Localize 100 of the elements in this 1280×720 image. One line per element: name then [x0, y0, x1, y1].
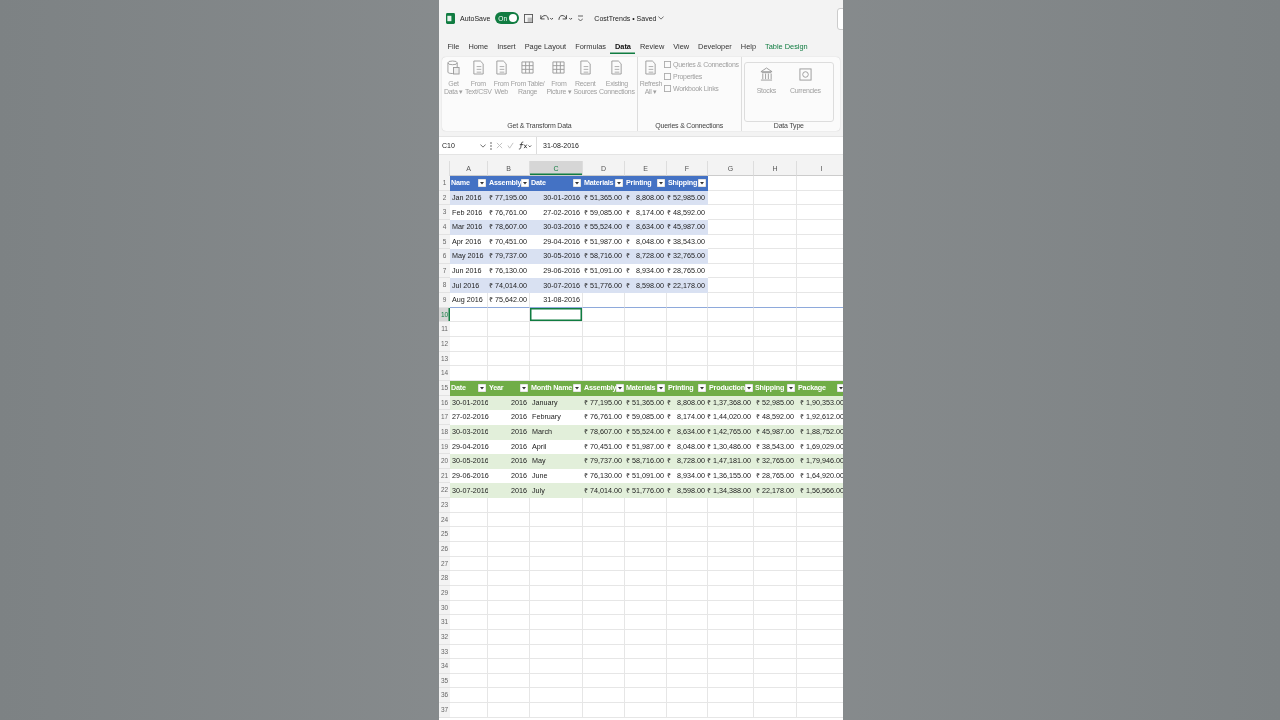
empty-cell[interactable] [667, 659, 708, 674]
empty-cell[interactable] [708, 688, 754, 704]
empty-cell[interactable] [708, 205, 754, 220]
empty-cell[interactable] [754, 263, 797, 279]
filter-dropdown-icon[interactable] [698, 383, 706, 392]
empty-cell[interactable] [708, 644, 754, 660]
empty-cell[interactable] [625, 659, 667, 674]
empty-cell[interactable] [754, 234, 797, 250]
empty-cell[interactable] [625, 703, 667, 718]
check-icon[interactable] [507, 142, 514, 149]
empty-cell[interactable] [708, 366, 754, 381]
empty-cell[interactable] [583, 293, 625, 308]
empty-cell[interactable] [754, 337, 797, 352]
empty-cell[interactable] [530, 351, 583, 367]
empty-cell[interactable] [708, 673, 754, 689]
empty-cell[interactable] [488, 527, 530, 542]
filter-dropdown-icon[interactable] [615, 178, 623, 187]
empty-cell[interactable] [708, 351, 754, 367]
empty-cell[interactable] [708, 556, 754, 572]
empty-cell[interactable] [583, 644, 625, 660]
empty-cell[interactable] [583, 322, 625, 338]
empty-cell[interactable] [708, 542, 754, 557]
empty-cell[interactable] [625, 322, 667, 338]
empty-cell[interactable] [530, 703, 583, 718]
empty-cell[interactable] [530, 512, 583, 528]
empty-cell[interactable] [488, 659, 530, 674]
empty-cell[interactable] [530, 322, 583, 338]
empty-cell[interactable] [667, 703, 708, 718]
empty-cell[interactable] [667, 498, 708, 513]
empty-cell[interactable] [583, 688, 625, 704]
empty-cell[interactable] [708, 629, 754, 645]
empty-cell[interactable] [754, 659, 797, 674]
empty-cell[interactable] [583, 307, 625, 323]
empty-cell[interactable] [530, 659, 583, 674]
filter-dropdown-icon[interactable] [698, 178, 706, 187]
empty-cell[interactable] [530, 498, 583, 513]
empty-cell[interactable] [583, 527, 625, 542]
empty-cell[interactable] [667, 351, 708, 367]
empty-cell[interactable] [625, 600, 667, 616]
empty-cell[interactable] [708, 615, 754, 630]
empty-cell[interactable] [488, 351, 530, 367]
empty-cell[interactable] [754, 585, 797, 601]
empty-cell[interactable] [583, 585, 625, 601]
empty-cell[interactable] [708, 234, 754, 250]
filter-dropdown-icon[interactable] [837, 383, 843, 392]
empty-cell[interactable] [754, 293, 797, 308]
empty-cell[interactable] [667, 688, 708, 704]
empty-cell[interactable] [667, 571, 708, 586]
empty-cell[interactable] [583, 673, 625, 689]
empty-cell[interactable] [625, 615, 667, 630]
empty-cell[interactable] [488, 322, 530, 338]
empty-cell[interactable] [488, 498, 530, 513]
empty-cell[interactable] [488, 673, 530, 689]
empty-cell[interactable] [667, 542, 708, 557]
empty-cell[interactable] [754, 498, 797, 513]
empty-cell[interactable] [488, 571, 530, 586]
empty-cell[interactable] [488, 366, 530, 381]
empty-cell[interactable] [625, 366, 667, 381]
empty-cell[interactable] [754, 703, 797, 718]
function-icon[interactable] [518, 141, 532, 150]
empty-cell[interactable] [754, 249, 797, 264]
empty-cell[interactable] [667, 307, 708, 323]
empty-cell[interactable] [625, 337, 667, 352]
empty-cell[interactable] [667, 512, 708, 528]
empty-cell[interactable] [625, 688, 667, 704]
cancel-icon[interactable] [496, 142, 503, 149]
empty-cell[interactable] [530, 688, 583, 704]
empty-cell[interactable] [667, 615, 708, 630]
empty-cell[interactable] [754, 556, 797, 572]
filter-dropdown-icon[interactable] [478, 178, 486, 187]
empty-cell[interactable] [667, 673, 708, 689]
empty-cell[interactable] [625, 673, 667, 689]
empty-cell[interactable] [530, 615, 583, 630]
empty-cell[interactable] [625, 585, 667, 601]
empty-cell[interactable] [754, 190, 797, 206]
empty-cell[interactable] [625, 307, 667, 323]
empty-cell[interactable] [708, 585, 754, 601]
empty-cell[interactable] [754, 351, 797, 367]
empty-cell[interactable] [625, 527, 667, 542]
empty-cell[interactable] [530, 527, 583, 542]
empty-cell[interactable] [583, 600, 625, 616]
empty-cell[interactable] [583, 498, 625, 513]
empty-cell[interactable] [754, 527, 797, 542]
empty-cell[interactable] [488, 556, 530, 572]
empty-cell[interactable] [530, 337, 583, 352]
empty-cell[interactable] [667, 527, 708, 542]
empty-cell[interactable] [754, 615, 797, 630]
empty-cell[interactable] [625, 498, 667, 513]
filter-dropdown-icon[interactable] [616, 383, 625, 392]
empty-cell[interactable] [530, 673, 583, 689]
filter-dropdown-icon[interactable] [744, 383, 753, 392]
save-icon[interactable] [524, 13, 534, 23]
empty-cell[interactable] [667, 337, 708, 352]
empty-cell[interactable] [488, 703, 530, 718]
empty-cell[interactable] [488, 585, 530, 601]
filter-dropdown-icon[interactable] [478, 383, 486, 392]
empty-cell[interactable] [667, 366, 708, 381]
empty-cell[interactable] [625, 629, 667, 645]
filter-dropdown-icon[interactable] [573, 383, 581, 392]
empty-cell[interactable] [530, 307, 583, 323]
